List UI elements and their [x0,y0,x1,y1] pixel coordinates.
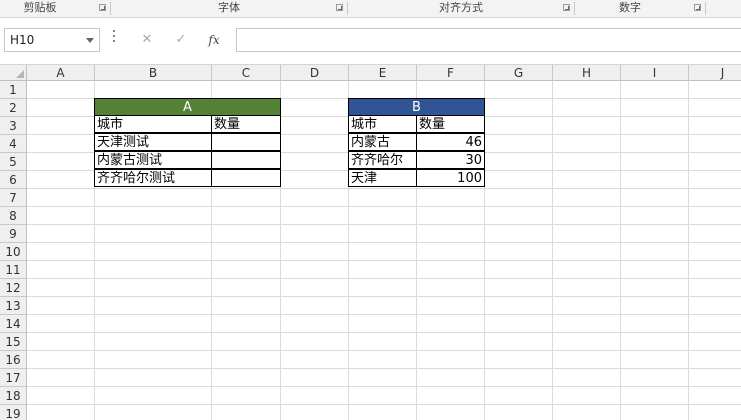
column-header-b[interactable]: B [95,65,212,81]
column-header-j[interactable]: J [689,65,741,81]
clipboard-group-label: 剪贴板 [23,1,57,14]
table-b-city-cell[interactable]: 齐齐哈尔 [348,151,417,169]
formula-bar: H10 ✕ ✓ fx [0,18,741,65]
table-b-qty-cell[interactable]: 100 [416,169,485,187]
row-header-13[interactable]: 13 [0,297,27,315]
table-a-city-cell[interactable]: 天津测试 [94,133,212,151]
dialog-launcher-icon[interactable] [694,4,701,11]
table-b-qty-cell[interactable]: 46 [416,133,485,151]
row-header-3[interactable]: 3 [0,117,27,135]
column-header-d[interactable]: D [281,65,349,81]
ribbon-group-alignment: 对齐方式 [348,0,574,17]
row-header-1[interactable]: 1 [0,81,27,99]
gridline [27,314,741,315]
row-header-9[interactable]: 9 [0,225,27,243]
table-b-qty-cell[interactable]: 30 [416,151,485,169]
gridline [27,350,741,351]
table-a-qty-cell[interactable] [211,151,281,169]
column-header-c[interactable]: C [212,65,281,81]
gridline [27,260,741,261]
table-a-qty-cell[interactable] [211,169,281,187]
row-header-6[interactable]: 6 [0,171,27,189]
row-header-10[interactable]: 10 [0,243,27,261]
column-header-g[interactable]: G [485,65,553,81]
row-header-19[interactable]: 19 [0,405,27,420]
column-header-f[interactable]: F [417,65,485,81]
table-b-title-cell[interactable]: B [348,98,485,116]
name-box[interactable]: H10 [4,28,100,52]
row-header-14[interactable]: 14 [0,315,27,333]
insert-function-icon[interactable]: fx [203,30,225,50]
row-header-16[interactable]: 16 [0,351,27,369]
drag-handle-icon[interactable] [113,30,116,48]
table-a-title-cell[interactable]: A [94,98,281,116]
ribbon-group-number: 数字 [575,0,705,17]
table-b-header-city[interactable]: 城市 [348,115,417,133]
row-header-4[interactable]: 4 [0,135,27,153]
row-header-8[interactable]: 8 [0,207,27,225]
gridline [620,81,621,420]
column-header-e[interactable]: E [349,65,417,81]
select-all-corner[interactable] [0,65,27,81]
dialog-launcher-icon[interactable] [336,4,343,11]
table-a-header-qty[interactable]: 数量 [211,115,281,133]
gridline [27,278,741,279]
cancel-icon[interactable]: ✕ [136,30,158,50]
gridline [27,188,741,189]
table-b-city-cell[interactable]: 内蒙古 [348,133,417,151]
row-header-5[interactable]: 5 [0,153,27,171]
row-header-18[interactable]: 18 [0,387,27,405]
chevron-down-icon[interactable] [86,38,94,43]
ribbon-group-font: 字体 [111,0,347,17]
alignment-group-label: 对齐方式 [439,1,483,14]
gridline [27,296,741,297]
gridline [688,81,689,420]
ribbon-group-clipboard: 剪贴板 [0,0,110,17]
gridline [27,386,741,387]
column-header-h[interactable]: H [553,65,621,81]
table-a-header-city[interactable]: 城市 [94,115,212,133]
column-header-i[interactable]: I [621,65,689,81]
dialog-launcher-icon[interactable] [99,4,106,11]
number-group-label: 数字 [619,1,641,14]
enter-icon[interactable]: ✓ [170,30,192,50]
gridline [27,242,741,243]
row-header-17[interactable]: 17 [0,369,27,387]
name-box-value: H10 [10,33,35,47]
table-b-city-cell[interactable]: 天津 [348,169,417,187]
ribbon-group-labels: 剪贴板 字体 对齐方式 数字 [0,0,741,18]
row-header-2[interactable]: 2 [0,99,27,117]
row-header-12[interactable]: 12 [0,279,27,297]
table-a-city-cell[interactable]: 内蒙古测试 [94,151,212,169]
gridline [27,224,741,225]
gridline [27,206,741,207]
formula-input[interactable] [236,28,741,52]
table-a-qty-cell[interactable] [211,133,281,151]
gridline [27,404,741,405]
table-b-header-qty[interactable]: 数量 [416,115,485,133]
font-group-label: 字体 [218,1,240,14]
gridline [27,332,741,333]
ribbon-separator [705,2,706,15]
dialog-launcher-icon[interactable] [563,4,570,11]
gridline [27,368,741,369]
row-header-11[interactable]: 11 [0,261,27,279]
table-a-city-cell[interactable]: 齐齐哈尔测试 [94,169,212,187]
spreadsheet-grid[interactable]: A B C D E F G H I J 1 2 3 4 5 6 7 8 9 10… [0,65,741,420]
gridline [552,81,553,420]
row-header-7[interactable]: 7 [0,189,27,207]
column-header-a[interactable]: A [27,65,95,81]
row-header-15[interactable]: 15 [0,333,27,351]
